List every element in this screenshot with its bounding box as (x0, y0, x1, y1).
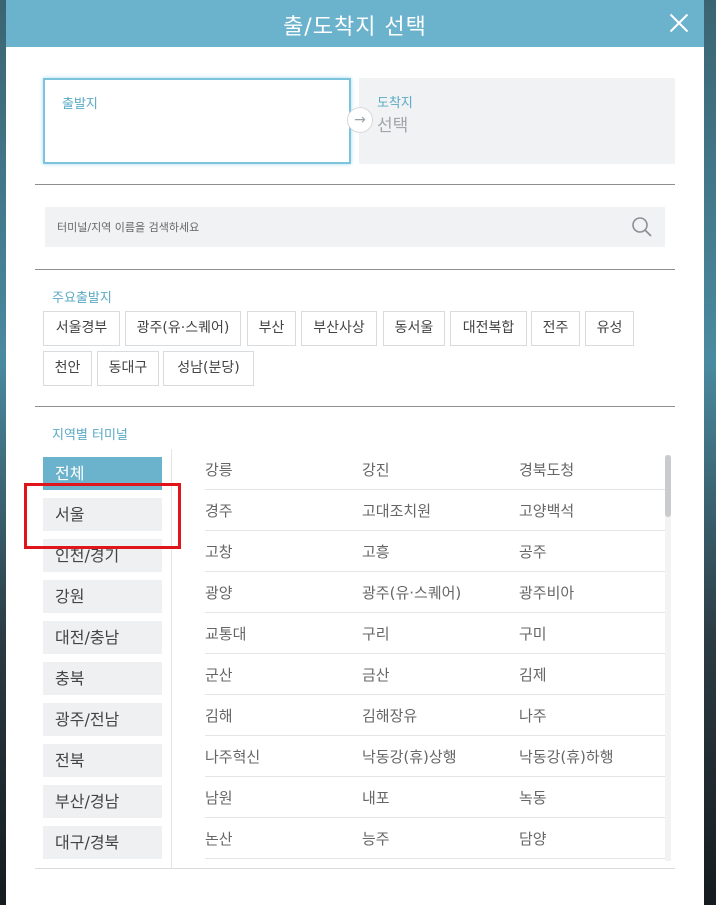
table-row: 논산 능주 담양 (205, 818, 665, 859)
background-right (704, 0, 716, 905)
chip-departure[interactable]: 광주(유·스퀘어) (125, 311, 241, 346)
terminal-item[interactable]: 군산 (205, 664, 233, 685)
terminal-item[interactable]: 나주 (519, 705, 547, 726)
table-row: 고창 고흥 공주 (205, 531, 665, 572)
terminal-item[interactable]: 녹동 (519, 787, 547, 808)
table-row: 나주혁신 낙동강(휴)상행 낙동강(휴)하행 (205, 736, 665, 777)
arrival-value: 선택 (377, 116, 409, 136)
chip-departure[interactable]: 유성 (585, 311, 634, 346)
chip-departure[interactable]: 부산사상 (301, 311, 377, 346)
terminal-item[interactable]: 광주비아 (519, 582, 574, 603)
terminal-item[interactable]: 구리 (362, 623, 390, 644)
terminal-item[interactable]: 내포 (362, 787, 390, 808)
arrival-field[interactable]: 도착지 선택 (359, 78, 675, 164)
terminal-item[interactable]: 경북도청 (519, 459, 574, 480)
divider (35, 269, 675, 270)
chip-departure[interactable]: 대전복합 (450, 311, 527, 346)
search-icon[interactable] (631, 216, 653, 238)
terminal-item[interactable]: 광주(유·스퀘어) (362, 582, 461, 603)
chip-departure[interactable]: 서울경부 (43, 311, 120, 346)
chip-departure[interactable]: 동대구 (97, 351, 159, 386)
terminal-item[interactable]: 낙동강(휴)하행 (519, 746, 614, 767)
region-item-daegu-gyeongbuk[interactable]: 대구/경북 (43, 826, 162, 859)
region-item-jeonbuk[interactable]: 전북 (43, 744, 162, 777)
chip-departure[interactable]: 부산 (247, 311, 296, 346)
terminal-item[interactable]: 강진 (362, 459, 390, 480)
modal-header: 출/도착지 선택 (6, 0, 704, 47)
terminal-item[interactable]: 고창 (205, 541, 233, 562)
terminal-item[interactable]: 김해 (205, 705, 233, 726)
region-item-gwangju-jeonnam[interactable]: 광주/전남 (43, 703, 162, 736)
highlight-annotation (24, 483, 181, 549)
chip-departure[interactable]: 성남(분당) (163, 351, 254, 386)
region-item-busan-gyeongnam[interactable]: 부산/경남 (43, 785, 162, 818)
table-row: 광양 광주(유·스퀘어) 광주비아 (205, 572, 665, 613)
table-row: 교통대 구리 구미 (205, 613, 665, 654)
regions-title: 지역별 터미널 (52, 428, 128, 443)
table-row: 군산 금산 김제 (205, 654, 665, 695)
terminal-item[interactable]: 능주 (362, 828, 390, 849)
departure-label: 출발지 (62, 97, 98, 112)
terminal-item[interactable]: 나주혁신 (205, 746, 260, 767)
modal-title: 출/도착지 선택 (283, 15, 427, 40)
terminal-item[interactable]: 김제 (519, 664, 547, 685)
terminal-item[interactable]: 고흥 (362, 541, 390, 562)
terminal-item[interactable]: 교통대 (205, 623, 246, 644)
terminal-item[interactable]: 논산 (205, 828, 233, 849)
chip-departure[interactable]: 천안 (43, 351, 92, 386)
divider (35, 406, 675, 407)
terminal-item[interactable]: 광양 (205, 582, 233, 603)
departure-field[interactable]: 출발지 (43, 78, 351, 164)
scrollbar-thumb[interactable] (665, 455, 671, 517)
terminal-item[interactable]: 담양 (519, 828, 547, 849)
chip-departure[interactable]: 전주 (531, 311, 580, 346)
region-item-daejeon-chungnam[interactable]: 대전/충남 (43, 621, 162, 654)
terminal-item[interactable]: 남원 (205, 787, 233, 808)
terminal-item[interactable]: 낙동강(휴)상행 (362, 746, 457, 767)
arrow-right-icon: → (347, 107, 373, 133)
terminal-item[interactable]: 경주 (205, 500, 233, 521)
region-item-gangwon[interactable]: 강원 (43, 580, 162, 613)
route-selector: 출발지 도착지 선택 → (43, 78, 675, 164)
terminal-item[interactable]: 공주 (519, 541, 547, 562)
main-departures-title: 주요출발지 (52, 291, 112, 306)
terminal-item[interactable]: 금산 (362, 664, 390, 685)
terminal-item[interactable]: 구미 (519, 623, 547, 644)
terminal-item[interactable]: 고양백석 (519, 500, 574, 521)
terminal-select-modal: 출/도착지 선택 출발지 도착지 선택 → 주요출발지 서울경부 광주(유·스퀘… (6, 0, 704, 905)
search-bar (45, 207, 665, 247)
terminal-item[interactable]: 강릉 (205, 459, 233, 480)
table-row: 강릉 강진 경북도청 (205, 449, 665, 490)
region-item-chungbuk[interactable]: 충북 (43, 662, 162, 695)
chip-departure[interactable]: 동서울 (383, 311, 445, 346)
table-row: 경주 고대조치원 고양백석 (205, 490, 665, 531)
terminal-item[interactable]: 고대조치원 (362, 500, 431, 521)
table-row: 남원 내포 녹동 (205, 777, 665, 818)
table-row: 김해 김해장유 나주 (205, 695, 665, 736)
arrival-label: 도착지 (377, 96, 413, 111)
close-icon[interactable] (664, 8, 694, 38)
search-input[interactable] (57, 207, 617, 247)
divider (35, 184, 675, 185)
terminal-item[interactable]: 김해장유 (362, 705, 417, 726)
